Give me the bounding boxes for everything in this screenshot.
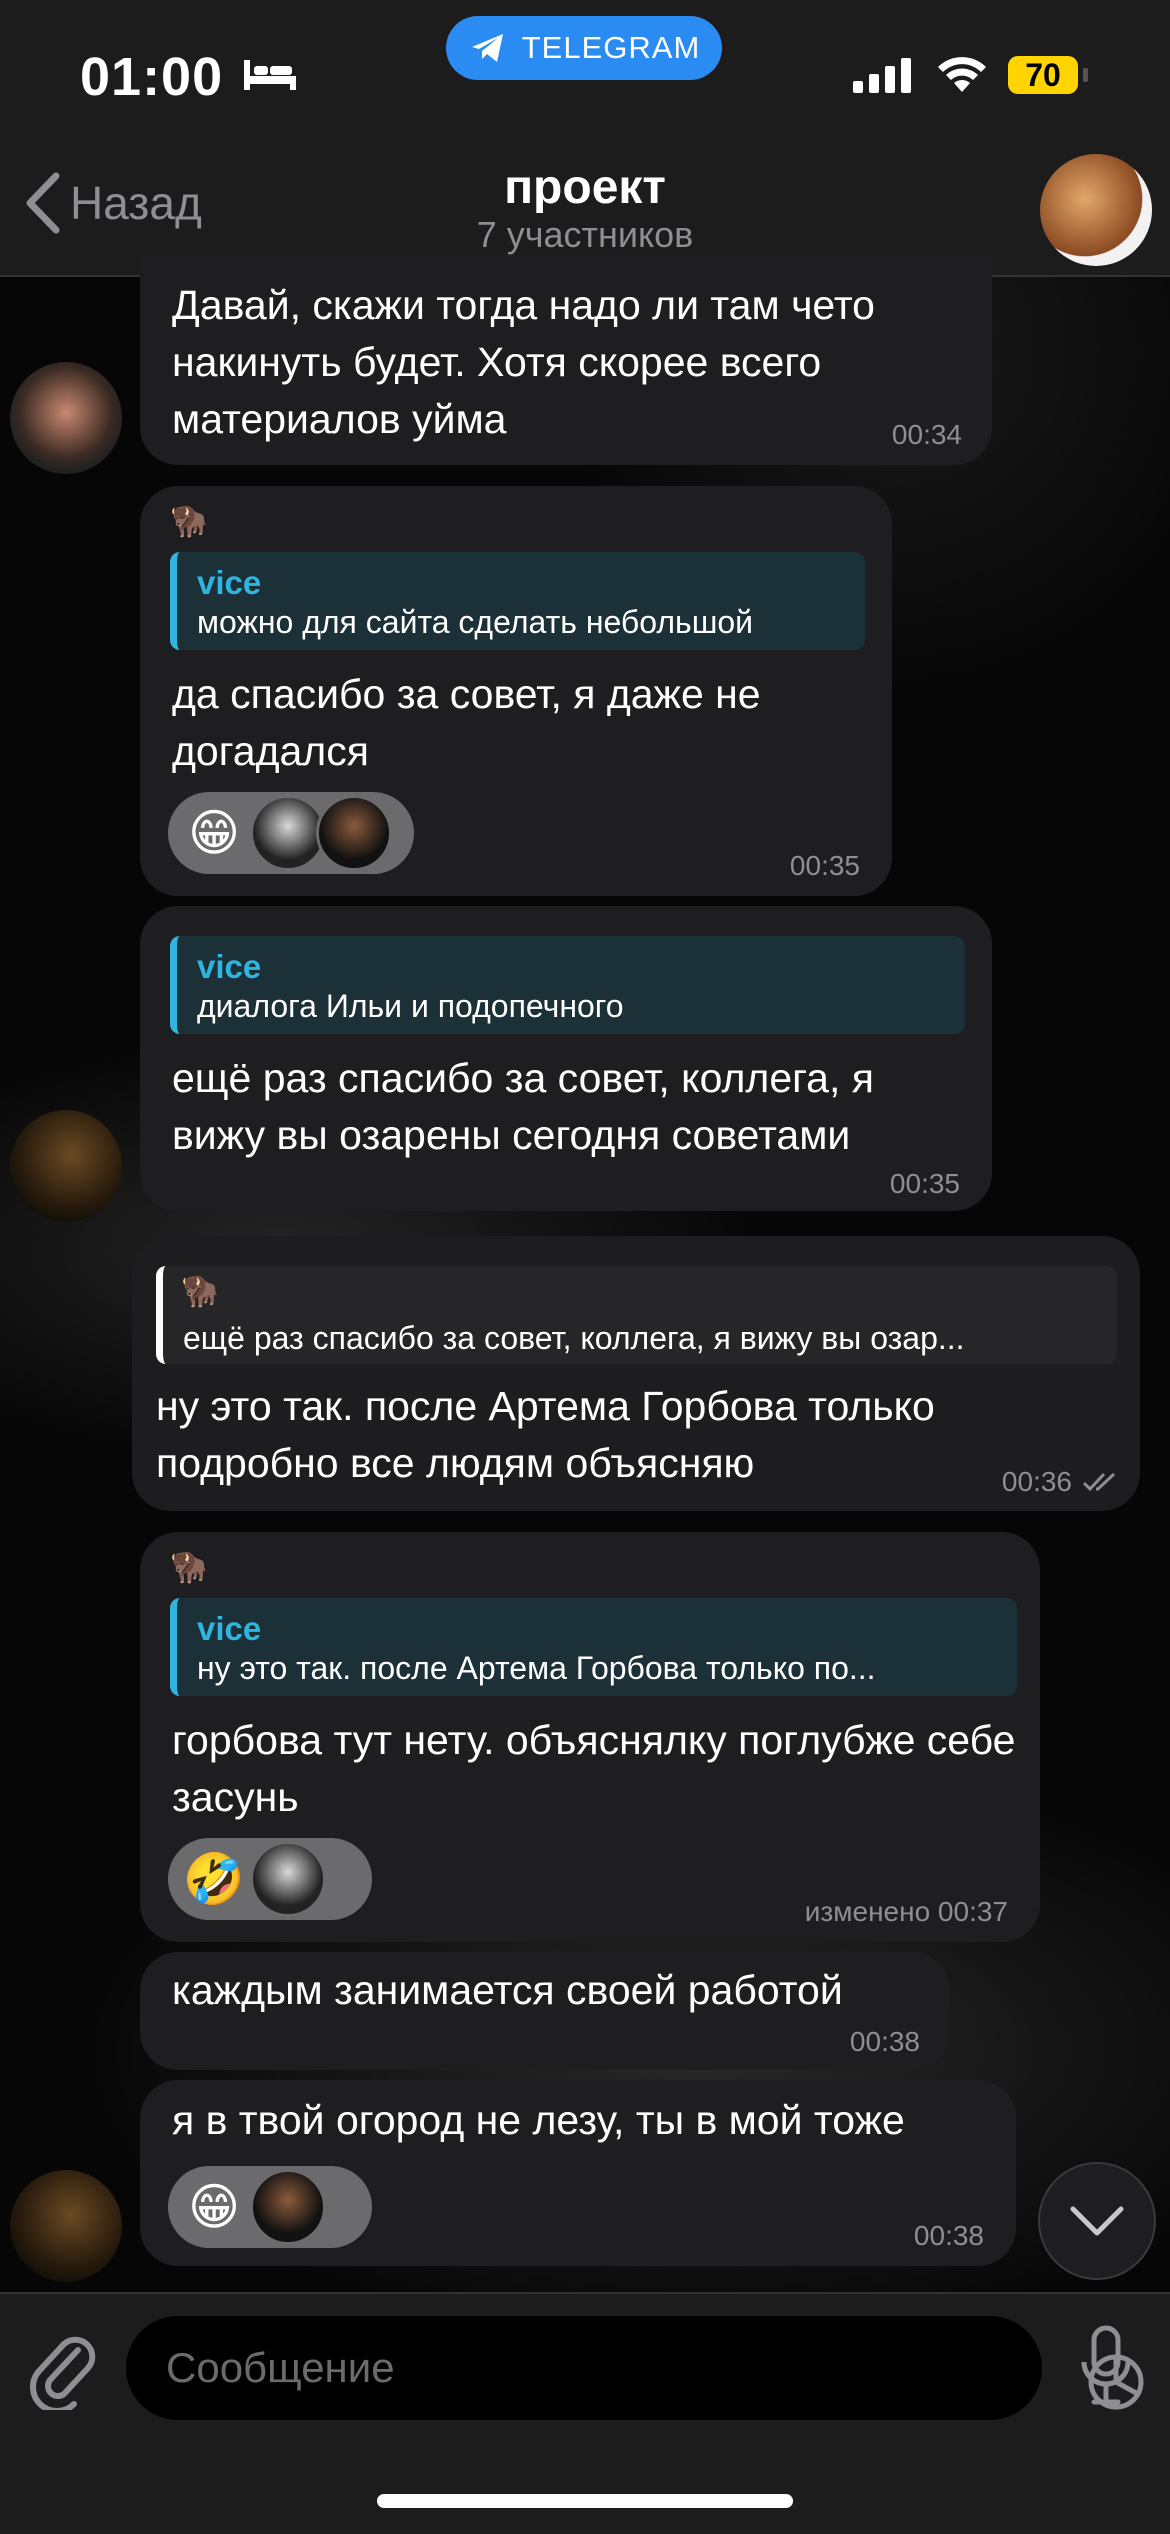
reply-sender: vice [197, 1610, 262, 1647]
reply-quote[interactable]: vice ну это так. после Артема Горбова то… [170, 1598, 1017, 1696]
reaction-emoji: 🤣 [182, 1850, 246, 1907]
chat-title[interactable]: проект [0, 160, 1170, 215]
sender-avatar[interactable] [10, 2170, 122, 2282]
message-text: горбова тут нету. объяснялку поглубже се… [172, 1717, 1016, 1820]
message-time: 00:35 [889, 1168, 960, 1199]
message-text: ещё раз спасибо за совет, коллега, я виж… [172, 1055, 874, 1158]
reaction-chip[interactable]: 😁 [168, 2166, 372, 2248]
message-time: 00:38 [849, 2026, 920, 2057]
reply-text: ну это так. после Артема Горбова только … [197, 1650, 876, 1686]
telegram-icon [471, 34, 503, 62]
group-avatar[interactable] [1040, 154, 1152, 266]
reply-quote[interactable]: 🦬 ещё раз спасибо за совет, коллега, я в… [156, 1266, 1117, 1364]
reactor-avatar [316, 795, 392, 871]
sender-avatar[interactable] [10, 1110, 122, 1222]
double-check-icon [1082, 1472, 1116, 1492]
reply-quote[interactable]: vice диалога Ильи и подопечного [170, 936, 965, 1034]
message-time: 00:36 [1002, 1466, 1118, 1498]
message-time: 00:35 [789, 850, 860, 881]
reply-sender: vice [197, 564, 262, 601]
status-time: 01:00 [80, 47, 224, 107]
chat-subtitle: 7 участников [476, 214, 694, 255]
message-text: да спасибо за совет, я даже не догадался [172, 671, 761, 774]
cellular-signal-icon [853, 58, 911, 93]
home-indicator[interactable] [377, 2494, 793, 2508]
message-text: каждым занимается своей работой [172, 1967, 843, 2013]
microphone-icon[interactable] [1076, 2324, 1136, 2408]
bison-emoji-icon: 🦬 [181, 1275, 219, 1308]
message-text: я в твой огород не лезу, ты в мой тоже [172, 2097, 905, 2143]
message-time-label: 00:36 [1001, 1466, 1072, 1497]
bison-emoji-icon: 🦬 [170, 505, 208, 538]
paperclip-icon[interactable] [28, 2330, 100, 2410]
message-bubble[interactable]: я в твой огород не лезу, ты в мой тоже 😁… [140, 2080, 1016, 2266]
status-bar: 01:00 TELEGRAM 70 [0, 0, 1170, 150]
outgoing-message-bubble[interactable]: 🦬 ещё раз спасибо за совет, коллега, я в… [132, 1236, 1140, 1511]
reply-text: можно для сайта сделать небольшой [197, 604, 754, 640]
bison-emoji-icon: 🦬 [170, 1551, 208, 1584]
message-bubble[interactable]: 🦬 vice ну это так. после Артема Горбова … [140, 1532, 1040, 1942]
message-bubble[interactable]: vice диалога Ильи и подопечного ещё раз … [140, 906, 992, 1211]
reaction-emoji: 😁 [187, 805, 241, 861]
message-text: Давай, скажи тогда надо ли там чето наки… [172, 282, 875, 442]
reactor-avatar [250, 795, 326, 871]
composer-bar: Сообщение [0, 2292, 1170, 2534]
message-time: 00:38 [913, 2220, 984, 2251]
message-bubble[interactable]: Давай, скажи тогда надо ли там чето наки… [140, 255, 992, 465]
chevron-down-icon [1070, 2206, 1124, 2236]
message-input-placeholder: Сообщение [166, 2344, 395, 2391]
telegram-pill[interactable]: TELEGRAM [446, 16, 722, 80]
message-bubble[interactable]: каждым занимается своей работой 00:38 [140, 1952, 950, 2070]
message-time: изменено 00:37 [804, 1896, 1008, 1927]
reaction-chip[interactable]: 🤣 [168, 1838, 372, 1920]
reaction-chip[interactable]: 😁 [168, 792, 414, 874]
scroll-to-bottom-button[interactable] [1038, 2162, 1156, 2280]
message-input[interactable]: Сообщение [126, 2316, 1144, 2420]
reactor-avatar [250, 1841, 326, 1917]
reply-quote[interactable]: vice можно для сайта сделать небольшой [170, 552, 865, 650]
reply-text: ещё раз спасибо за совет, коллега, я виж… [183, 1320, 965, 1356]
reactor-avatar [250, 2169, 326, 2245]
message-text: ну это так. после Артема Горбова только … [156, 1383, 935, 1486]
message-time: 00:34 [891, 419, 962, 450]
reply-sender: vice [197, 948, 262, 985]
message-bubble[interactable]: 🦬 vice можно для сайта сделать небольшой… [140, 486, 892, 896]
reaction-emoji: 😁 [187, 2179, 241, 2235]
bed-icon [242, 56, 298, 102]
telegram-pill-label: TELEGRAM [521, 30, 701, 65]
reply-text: диалога Ильи и подопечного [197, 988, 624, 1024]
battery-indicator: 70 [1008, 56, 1078, 94]
sender-avatar[interactable] [10, 362, 122, 474]
battery-tip [1083, 68, 1088, 82]
wifi-icon [938, 57, 986, 92]
